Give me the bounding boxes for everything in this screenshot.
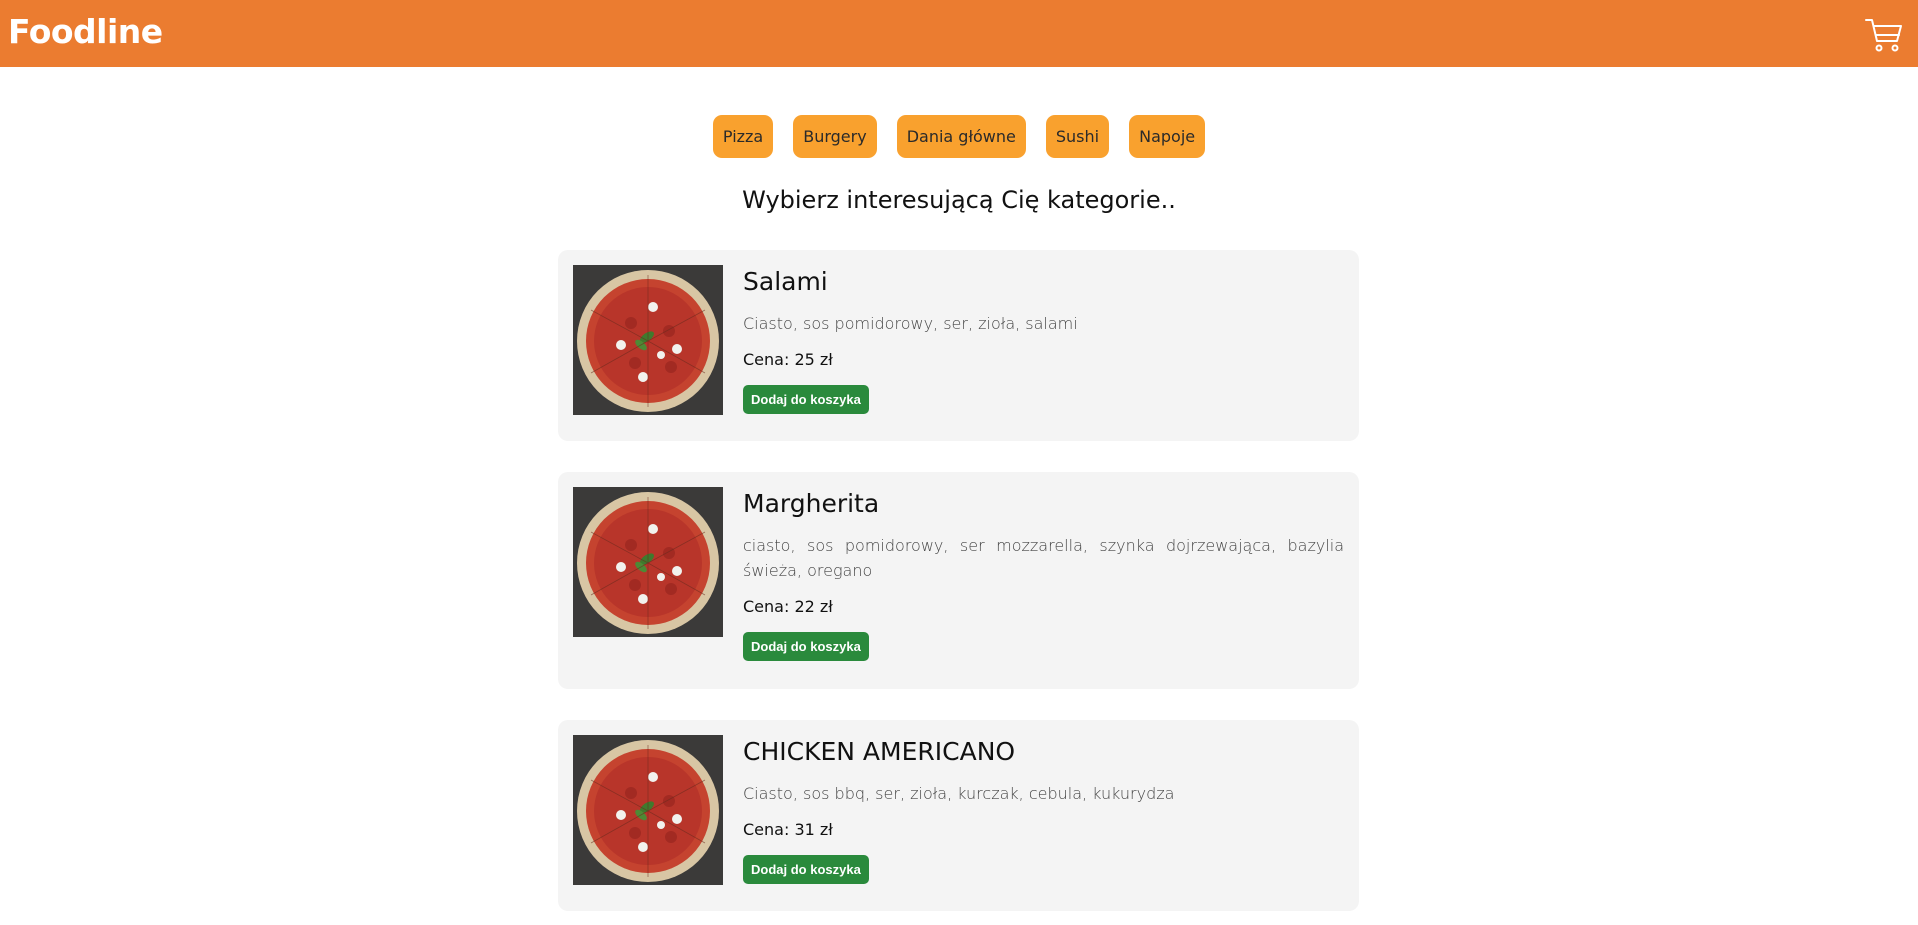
- product-name: Salami: [743, 267, 828, 296]
- pizza-image: [573, 735, 723, 885]
- category-burgery-button[interactable]: Burgery: [793, 115, 877, 158]
- product-name: Margherita: [743, 489, 880, 518]
- shopping-cart-icon[interactable]: [1864, 14, 1904, 54]
- product-description: ciasto, sos pomidorowy, ser mozzarella, …: [743, 536, 1344, 580]
- pizza-image: [573, 265, 723, 415]
- product-card: Margherita ciasto, sos pomidorowy, ser m…: [558, 472, 1359, 689]
- product-name: CHICKEN AMERICANO: [743, 737, 1016, 766]
- product-price: Cena: 25 zł: [743, 350, 833, 369]
- category-napoje-button[interactable]: Napoje: [1129, 115, 1206, 158]
- category-nav: Pizza Burgery Dania główne Sushi Napoje: [0, 115, 1918, 158]
- category-dania-glowne-button[interactable]: Dania główne: [896, 115, 1026, 158]
- product-card: CHICKEN AMERICANO Ciasto, sos bbq, ser, …: [558, 720, 1359, 911]
- product-description: Ciasto, sos pomidorowy, ser, zioła, sala…: [743, 314, 1078, 333]
- pizza-image: [573, 487, 723, 637]
- add-to-cart-button[interactable]: Dodaj do koszyka: [743, 855, 869, 884]
- category-pizza-button[interactable]: Pizza: [712, 115, 774, 158]
- add-to-cart-button[interactable]: Dodaj do koszyka: [743, 385, 869, 414]
- product-description: Ciasto, sos bbq, ser, zioła, kurczak, ce…: [743, 784, 1175, 803]
- brand-logo[interactable]: Foodline: [8, 12, 163, 51]
- page-heading: Wybierz interesującą Cię kategorie..: [742, 186, 1176, 214]
- add-to-cart-button[interactable]: Dodaj do koszyka: [743, 632, 869, 661]
- product-price: Cena: 31 zł: [743, 820, 833, 839]
- product-card: Salami Ciasto, sos pomidorowy, ser, zioł…: [558, 250, 1359, 441]
- category-sushi-button[interactable]: Sushi: [1045, 115, 1110, 158]
- product-price: Cena: 22 zł: [743, 597, 833, 616]
- top-navbar: Foodline: [0, 0, 1918, 67]
